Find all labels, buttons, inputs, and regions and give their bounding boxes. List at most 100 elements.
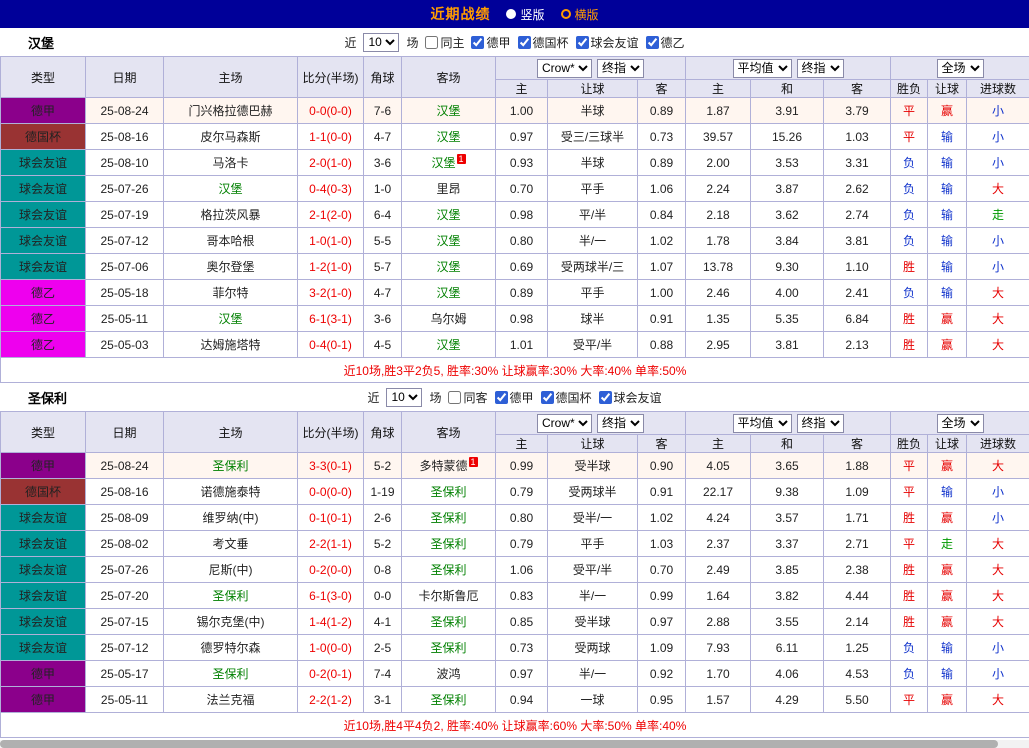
team-link[interactable]: 圣保利 (430, 485, 466, 499)
team-link[interactable]: 圣保利 (212, 667, 248, 681)
scrollbar-thumb[interactable] (0, 740, 998, 748)
team-link[interactable]: 菲尔特 (212, 286, 248, 300)
away-team[interactable]: 圣保利 (402, 687, 496, 713)
avg-source-select[interactable]: 平均值 (733, 59, 792, 78)
team-link[interactable]: 乌尔姆 (430, 312, 466, 326)
fulltime-select[interactable]: 全场 (937, 59, 984, 78)
team-link[interactable]: 汉堡 (436, 286, 460, 300)
home-team[interactable]: 格拉茨风暴 (164, 202, 298, 228)
home-team[interactable]: 皮尔马森斯 (164, 124, 298, 150)
team-link[interactable]: 皮尔马森斯 (200, 130, 260, 144)
league-filter-checkbox[interactable] (599, 391, 612, 404)
team-link[interactable]: 诺德施泰特 (200, 485, 260, 499)
league-filter-球会友谊[interactable]: 球会友谊 (599, 389, 662, 406)
team-link[interactable]: 格拉茨风暴 (200, 208, 260, 222)
team-link[interactable]: 维罗纳(中) (203, 511, 259, 525)
away-team[interactable]: 汉堡 (402, 124, 496, 150)
league-filter-德国杯[interactable]: 德国杯 (541, 389, 592, 406)
home-team[interactable]: 达姆施塔特 (164, 332, 298, 358)
league-filter-checkbox[interactable] (576, 36, 589, 49)
away-team[interactable]: 汉堡 (402, 98, 496, 124)
league-filter-checkbox[interactable] (495, 391, 508, 404)
team-link[interactable]: 汉堡 (436, 338, 460, 352)
home-team[interactable]: 哥本哈根 (164, 228, 298, 254)
team-link[interactable]: 圣保利 (430, 693, 466, 707)
match-count-select[interactable]: 10 (363, 33, 399, 52)
team-link[interactable]: 德罗特尔森 (200, 641, 260, 655)
home-team[interactable]: 诺德施泰特 (164, 479, 298, 505)
home-team[interactable]: 门兴格拉德巴赫 (164, 98, 298, 124)
home-team[interactable]: 考文垂 (164, 531, 298, 557)
away-team[interactable]: 圣保利 (402, 531, 496, 557)
away-team[interactable]: 汉堡 (402, 280, 496, 306)
team-link[interactable]: 汉堡 (436, 208, 460, 222)
same-venue-checkbox-input[interactable] (448, 391, 461, 404)
odds-stage-select[interactable]: 终指 (597, 59, 644, 78)
league-filter-checkbox[interactable] (541, 391, 554, 404)
same-venue-checkbox[interactable]: 同客 (448, 389, 487, 406)
team-link[interactable]: 圣保利 (212, 459, 248, 473)
same-venue-checkbox-input[interactable] (425, 36, 438, 49)
team-link[interactable]: 锡尔克堡(中) (197, 615, 265, 629)
league-filter-德乙[interactable]: 德乙 (646, 34, 685, 51)
away-team[interactable]: 汉堡 (402, 332, 496, 358)
team-link[interactable]: 圣保利 (430, 563, 466, 577)
team-link[interactable]: 汉堡 (436, 104, 460, 118)
league-filter-德国杯[interactable]: 德国杯 (518, 34, 569, 51)
team-link[interactable]: 尼斯(中) (209, 563, 253, 577)
odds-source-select[interactable]: Crow* (537, 414, 592, 433)
odds-source-select[interactable]: Crow* (537, 59, 592, 78)
team-link[interactable]: 门兴格拉德巴赫 (188, 104, 272, 118)
away-team[interactable]: 汉堡 (402, 228, 496, 254)
away-team[interactable]: 多特蒙德1 (402, 453, 496, 479)
home-team[interactable]: 锡尔克堡(中) (164, 609, 298, 635)
home-team[interactable]: 菲尔特 (164, 280, 298, 306)
away-team[interactable]: 汉堡1 (402, 150, 496, 176)
league-filter-球会友谊[interactable]: 球会友谊 (576, 34, 639, 51)
layout-radio-vertical[interactable]: 竖版 (506, 6, 544, 23)
team-link[interactable]: 汉堡 (436, 260, 460, 274)
away-team[interactable]: 圣保利 (402, 505, 496, 531)
home-team[interactable]: 圣保利 (164, 661, 298, 687)
match-count-select[interactable]: 10 (386, 388, 422, 407)
team-link[interactable]: 奥尔登堡 (206, 260, 254, 274)
odds-stage-select[interactable]: 终指 (597, 414, 644, 433)
home-team[interactable]: 汉堡 (164, 176, 298, 202)
team-link[interactable]: 汉堡 (431, 156, 455, 170)
away-team[interactable]: 里昂 (402, 176, 496, 202)
avg-stage-select[interactable]: 终指 (797, 59, 844, 78)
league-filter-checkbox[interactable] (518, 36, 531, 49)
same-venue-checkbox[interactable]: 同主 (425, 34, 464, 51)
team-link[interactable]: 圣保利 (430, 511, 466, 525)
layout-radio-horizontal[interactable]: 横版 (561, 6, 599, 23)
away-team[interactable]: 汉堡 (402, 202, 496, 228)
home-team[interactable]: 法兰克福 (164, 687, 298, 713)
team-link[interactable]: 里昂 (436, 182, 460, 196)
away-team[interactable]: 圣保利 (402, 557, 496, 583)
away-team[interactable]: 圣保利 (402, 635, 496, 661)
team-link[interactable]: 哥本哈根 (206, 234, 254, 248)
away-team[interactable]: 波鸿 (402, 661, 496, 687)
horizontal-scrollbar[interactable] (0, 740, 1029, 748)
team-link[interactable]: 汉堡 (218, 312, 242, 326)
team-link[interactable]: 圣保利 (430, 537, 466, 551)
home-team[interactable]: 奥尔登堡 (164, 254, 298, 280)
team-link[interactable]: 汉堡 (218, 182, 242, 196)
avg-stage-select[interactable]: 终指 (797, 414, 844, 433)
team-link[interactable]: 汉堡 (436, 130, 460, 144)
away-team[interactable]: 圣保利 (402, 479, 496, 505)
home-team[interactable]: 尼斯(中) (164, 557, 298, 583)
fulltime-select[interactable]: 全场 (937, 414, 984, 433)
league-filter-德甲[interactable]: 德甲 (471, 34, 510, 51)
league-filter-德甲[interactable]: 德甲 (495, 389, 534, 406)
away-team[interactable]: 圣保利 (402, 609, 496, 635)
avg-source-select[interactable]: 平均值 (733, 414, 792, 433)
team-link[interactable]: 考文垂 (212, 537, 248, 551)
home-team[interactable]: 圣保利 (164, 583, 298, 609)
home-team[interactable]: 汉堡 (164, 306, 298, 332)
team-link[interactable]: 达姆施塔特 (200, 338, 260, 352)
team-link[interactable]: 波鸿 (436, 667, 460, 681)
team-link[interactable]: 马洛卡 (212, 156, 248, 170)
team-link[interactable]: 卡尔斯鲁厄 (418, 589, 478, 603)
team-link[interactable]: 圣保利 (212, 589, 248, 603)
